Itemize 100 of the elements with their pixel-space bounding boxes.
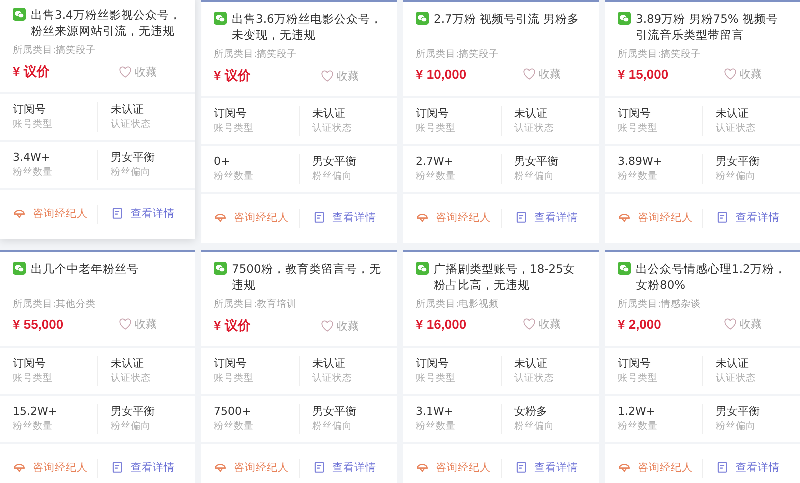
favorite-button[interactable]: 收藏 — [523, 67, 561, 82]
stat-label: 账号类型 — [416, 122, 457, 136]
umbrella-icon — [416, 461, 429, 474]
details-link[interactable]: 查看详情 — [716, 460, 780, 474]
details-link[interactable]: 查看详情 — [312, 460, 376, 474]
stat-label: 账号类型 — [416, 372, 457, 386]
heart-icon — [321, 320, 334, 332]
listing-title: 出售3.4万粉丝影视公众号，粉丝来源网站引流，无违规 — [31, 7, 182, 39]
stat-value: 男女平衡 — [716, 154, 761, 170]
details-link[interactable]: 查看详情 — [514, 460, 578, 474]
chat-app-icon — [13, 8, 26, 21]
listing-title: 出几个中老年粉丝号 — [31, 261, 139, 277]
umbrella-icon — [13, 207, 26, 220]
document-icon — [716, 461, 729, 474]
stat-value: 订阅号 — [416, 106, 450, 122]
document-icon — [312, 461, 326, 474]
details-link[interactable]: 查看详情 — [312, 210, 376, 224]
favorite-button[interactable]: 收藏 — [119, 317, 157, 332]
price-text: ¥ 议价 — [214, 67, 251, 85]
stat-label: 粉丝偏向 — [111, 166, 152, 180]
stat-value: 3.1W+ — [416, 404, 455, 420]
chat-app-icon — [618, 12, 631, 25]
favorite-button[interactable]: 收藏 — [119, 64, 157, 80]
heart-icon — [321, 70, 334, 82]
listing-title: 2.7万粉 视频号引流 男粉多 — [434, 11, 580, 27]
stat-label: 认证状态 — [312, 372, 354, 386]
stat-value: 订阅号 — [416, 356, 450, 372]
consult-link[interactable]: 咨询经纪人 — [214, 210, 289, 224]
stat-label: 账号类型 — [13, 118, 54, 132]
chat-app-icon — [618, 262, 631, 275]
stat-value: 未认证 — [111, 356, 145, 372]
chat-app-icon — [214, 12, 227, 25]
stat-label: 粉丝偏向 — [514, 420, 556, 434]
details-link[interactable]: 查看详情 — [111, 206, 175, 220]
stat-value: 0+ — [214, 154, 232, 170]
consult-link[interactable]: 咨询经纪人 — [13, 206, 88, 220]
details-link[interactable]: 查看详情 — [716, 210, 780, 224]
umbrella-icon — [13, 461, 26, 474]
listing-title: 出售3.6万粉丝电影公众号，未变现，无违规 — [232, 11, 384, 43]
stat-value: 订阅号 — [618, 356, 652, 372]
consult-link[interactable]: 咨询经纪人 — [416, 460, 491, 474]
listing-title: 出公众号情感心理1.2万粉，女粉80% — [636, 261, 788, 293]
category-text: 所属类目:搞笑段子 — [13, 44, 98, 57]
listing-title: 广播剧类型账号，18-25女粉占比高，无违规 — [434, 261, 576, 293]
favorite-button[interactable]: 收藏 — [724, 67, 762, 82]
consult-link[interactable]: 咨询经纪人 — [618, 460, 693, 474]
stat-label: 粉丝数量 — [13, 166, 54, 180]
stat-label: 粉丝偏向 — [312, 420, 354, 434]
heart-icon — [119, 66, 132, 78]
heart-icon — [724, 68, 737, 81]
stat-value: 未认证 — [312, 106, 346, 122]
stat-value: 男女平衡 — [312, 154, 358, 170]
favorite-button[interactable]: 收藏 — [523, 317, 561, 332]
category-text: 所属类目:教育培训 — [214, 298, 298, 311]
stat-value: 15.2W+ — [13, 404, 59, 420]
favorite-button[interactable]: 收藏 — [321, 318, 359, 334]
stat-value: 未认证 — [716, 106, 750, 122]
details-link[interactable]: 查看详情 — [514, 210, 578, 224]
stat-value: 订阅号 — [618, 106, 652, 122]
price-text: ¥ 55,000 — [13, 317, 64, 332]
stat-value: 未认证 — [111, 102, 145, 118]
price-text: ¥ 议价 — [13, 63, 50, 81]
heart-icon — [119, 318, 132, 331]
heart-icon — [523, 318, 536, 331]
category-text: 所属类目:情感杂谈 — [618, 298, 702, 311]
document-icon — [111, 461, 124, 474]
stat-value: 男女平衡 — [716, 404, 761, 420]
stat-label: 认证状态 — [716, 372, 757, 386]
stat-label: 账号类型 — [13, 372, 54, 386]
umbrella-icon — [214, 461, 227, 474]
stat-label: 认证状态 — [514, 372, 556, 386]
stat-value: 订阅号 — [13, 356, 47, 372]
consult-link[interactable]: 咨询经纪人 — [416, 210, 491, 224]
stat-label: 粉丝数量 — [416, 170, 457, 184]
document-icon — [514, 461, 528, 474]
price-text: ¥ 10,000 — [416, 67, 467, 82]
stat-label: 粉丝数量 — [214, 420, 255, 434]
consult-link[interactable]: 咨询经纪人 — [214, 460, 289, 474]
stat-label: 账号类型 — [618, 372, 659, 386]
stat-label: 粉丝偏向 — [514, 170, 556, 184]
stat-value: 未认证 — [312, 356, 346, 372]
favorite-button[interactable]: 收藏 — [724, 317, 762, 332]
stat-label: 粉丝数量 — [618, 420, 659, 434]
consult-link[interactable]: 咨询经纪人 — [13, 460, 88, 474]
stat-label: 粉丝偏向 — [312, 170, 354, 184]
document-icon — [312, 211, 326, 224]
details-link[interactable]: 查看详情 — [111, 460, 175, 474]
stat-value: 未认证 — [514, 106, 548, 122]
stat-label: 认证状态 — [111, 118, 152, 132]
stat-label: 认证状态 — [312, 122, 354, 136]
stat-label: 认证状态 — [111, 372, 152, 386]
umbrella-icon — [416, 211, 429, 224]
favorite-button[interactable]: 收藏 — [321, 68, 359, 84]
stat-value: 订阅号 — [214, 106, 248, 122]
consult-link[interactable]: 咨询经纪人 — [618, 210, 693, 224]
stat-value: 订阅号 — [13, 102, 47, 118]
document-icon — [514, 211, 528, 224]
stat-label: 粉丝偏向 — [716, 420, 757, 434]
stat-value: 男女平衡 — [514, 154, 560, 170]
stat-value: 7500+ — [214, 404, 252, 420]
